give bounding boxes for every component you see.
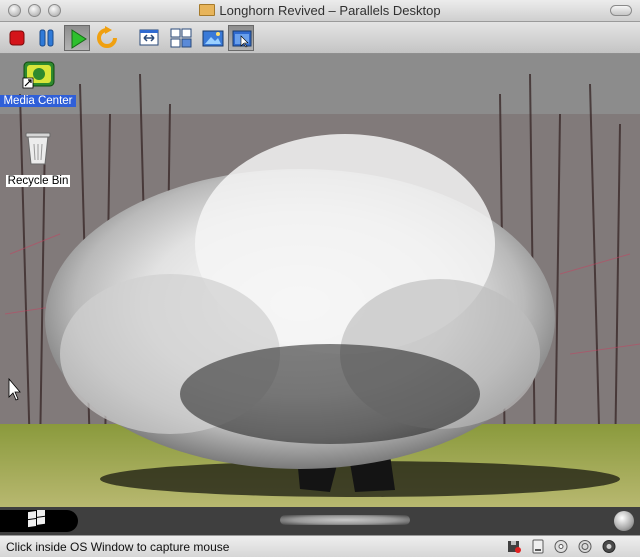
title-bar[interactable]: Longhorn Revived – Parallels Desktop: [0, 0, 640, 22]
start-button[interactable]: [0, 510, 78, 532]
guest-taskbar: [0, 507, 640, 535]
network-icon[interactable]: [577, 539, 593, 554]
guest-os-screen[interactable]: Media Center Recycle Bin: [0, 54, 640, 507]
fit-window-icon: [139, 29, 159, 46]
pause-icon: [39, 29, 54, 47]
desktop-icon-label: Media Center: [0, 95, 76, 107]
windows-logo-icon: [28, 510, 45, 528]
window-title-area: Longhorn Revived – Parallels Desktop: [0, 3, 640, 18]
cdrom-icon[interactable]: [553, 539, 569, 554]
desktop-icon-media-center[interactable]: Media Center: [0, 60, 76, 107]
play-button[interactable]: [64, 25, 90, 51]
hdd-icon[interactable]: [530, 539, 546, 554]
media-center-icon: [22, 61, 55, 89]
capture-input-button[interactable]: [228, 25, 254, 51]
sound-icon[interactable]: [601, 539, 617, 554]
stop-button[interactable]: [4, 25, 30, 51]
fit-window-button[interactable]: [136, 25, 162, 51]
window-title: Longhorn Revived – Parallels Desktop: [219, 3, 441, 18]
desktop-icon-label: Recycle Bin: [5, 175, 71, 187]
toolbar: [0, 22, 640, 54]
screenshot-button[interactable]: [200, 25, 226, 51]
pause-button[interactable]: [34, 25, 60, 51]
capture-input-icon: [232, 30, 252, 48]
status-bar: Click inside OS Window to capture mouse: [0, 535, 640, 557]
desktop-icon-recycle-bin[interactable]: Recycle Bin: [0, 130, 76, 189]
desktop-wallpaper: [0, 54, 640, 507]
status-message: Click inside OS Window to capture mouse: [6, 540, 230, 554]
full-screen-icon: [170, 28, 192, 48]
play-icon: [71, 29, 87, 49]
recycle-bin-icon: [25, 132, 51, 165]
stop-icon: [9, 30, 25, 46]
folder-icon: [199, 4, 216, 16]
toolbar-toggle-button[interactable]: [610, 5, 632, 16]
taskbar-band: [280, 515, 410, 525]
full-screen-button[interactable]: [168, 25, 194, 51]
floppy-icon[interactable]: [506, 539, 522, 554]
orb-icon[interactable]: [614, 511, 634, 531]
restart-icon: [97, 26, 117, 48]
screenshot-icon: [202, 30, 224, 47]
restart-button[interactable]: [94, 25, 120, 51]
